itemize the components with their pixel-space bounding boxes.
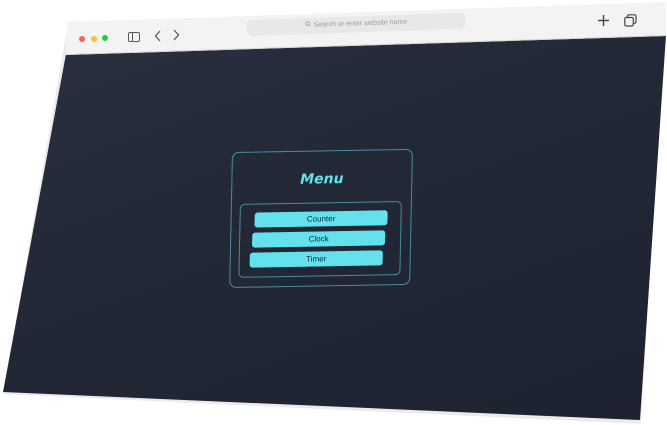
timer-button[interactable]: Timer: [249, 250, 383, 268]
sidebar-toggle-icon[interactable]: [128, 31, 140, 44]
menu-list: Counter Clock Timer: [238, 201, 402, 278]
address-placeholder-text: Search or enter website name: [313, 18, 408, 29]
plus-icon[interactable]: [597, 14, 610, 29]
address-placeholder: Search or enter website name: [247, 16, 465, 31]
chevron-left-icon[interactable]: [154, 30, 162, 44]
chevron-right-icon[interactable]: [172, 29, 180, 43]
close-window-button[interactable]: [79, 36, 85, 42]
tabs-overview-icon[interactable]: [624, 14, 637, 29]
clock-button[interactable]: Clock: [251, 230, 386, 248]
zoom-window-button[interactable]: [102, 35, 108, 41]
menu-card: Menu Counter Clock Timer: [229, 148, 413, 288]
menu-title: Menu: [300, 171, 344, 188]
minimize-window-button[interactable]: [91, 36, 97, 42]
counter-button[interactable]: Counter: [254, 210, 388, 228]
search-icon: [305, 21, 311, 29]
browser-window: Search or enter website name Menu Counte…: [0, 0, 667, 425]
